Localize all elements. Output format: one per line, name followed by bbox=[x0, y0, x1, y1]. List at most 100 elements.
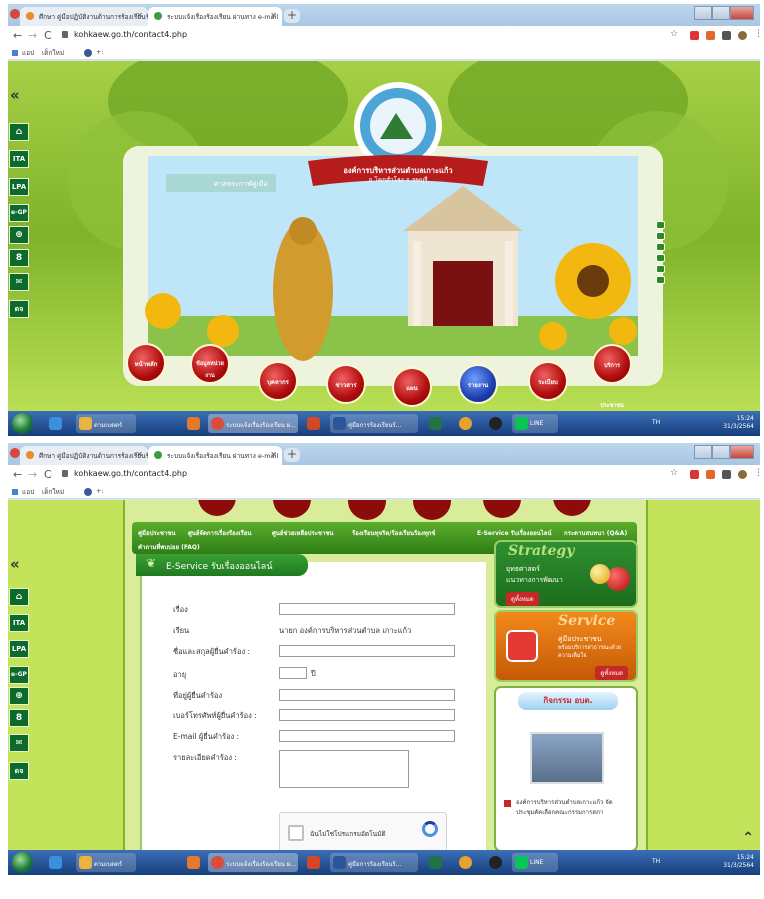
taskbar-line[interactable]: LINE bbox=[512, 414, 558, 433]
forward-icon[interactable]: → bbox=[28, 29, 37, 42]
excel-icon[interactable] bbox=[426, 853, 448, 872]
tab-2[interactable]: ระบบแจ้งเรื่องร้องเรียน ผ่านทาง e-mail ✕ bbox=[148, 7, 282, 26]
captcha-checkbox[interactable] bbox=[288, 825, 304, 841]
apps-icon[interactable] bbox=[12, 50, 18, 56]
user-icon[interactable]: 8 bbox=[9, 249, 29, 267]
forward-icon[interactable]: → bbox=[28, 468, 37, 481]
reload-icon[interactable]: C bbox=[44, 29, 52, 42]
bookmark-new[interactable]: เด็กใหม่ bbox=[42, 48, 64, 58]
apps-icon[interactable] bbox=[12, 489, 18, 495]
start-button[interactable] bbox=[12, 852, 33, 873]
address-input[interactable] bbox=[279, 689, 455, 701]
menu-e-service[interactable]: E-Service รับเรื่องออนไลน์ bbox=[477, 528, 552, 538]
ie-icon[interactable] bbox=[46, 853, 70, 872]
slide-dot[interactable] bbox=[656, 276, 665, 284]
name-input[interactable] bbox=[279, 645, 455, 657]
bookmark-new[interactable]: เด็กใหม่ bbox=[42, 487, 64, 497]
sidebar-item-egp[interactable]: e-GP bbox=[9, 666, 29, 684]
settings-icon[interactable] bbox=[456, 414, 478, 433]
close-window-button[interactable] bbox=[730, 445, 754, 459]
close-icon[interactable]: ✕ bbox=[136, 450, 143, 459]
clock[interactable]: 15:24 31/3/2564 bbox=[723, 415, 754, 431]
media-icon[interactable] bbox=[184, 853, 204, 872]
menu-citizen-manual[interactable]: คู่มือประชาชน bbox=[138, 528, 175, 538]
sidebar-item-egp[interactable]: e-GP bbox=[9, 204, 29, 222]
media-icon[interactable] bbox=[184, 414, 204, 433]
menu-complaint-center[interactable]: ศูนย์จัดการเรื่องร้องเรียน bbox=[188, 528, 252, 538]
nav-personnel[interactable]: บุคลากร bbox=[258, 361, 298, 401]
language-indicator[interactable]: TH bbox=[652, 419, 660, 426]
facebook-icon[interactable] bbox=[84, 49, 92, 57]
bookmark-extra[interactable]: +: bbox=[96, 487, 104, 495]
taskbar-explorer[interactable]: ตามเบดตร์ bbox=[76, 414, 136, 433]
new-tab-button[interactable]: + bbox=[284, 9, 300, 23]
extension-icon[interactable] bbox=[706, 31, 715, 40]
bookmark-apps[interactable]: แอป bbox=[22, 48, 34, 58]
extension-icon[interactable] bbox=[690, 31, 699, 40]
ie-icon[interactable] bbox=[46, 414, 70, 433]
slide-dot[interactable] bbox=[656, 221, 665, 229]
nav-plan[interactable]: แผน bbox=[392, 367, 432, 407]
nav-home[interactable]: หน้าหลัก bbox=[126, 343, 166, 383]
translate-icon[interactable]: ดจ bbox=[9, 762, 29, 780]
scroll-top-icon[interactable]: ⌃ bbox=[742, 830, 754, 846]
url-field[interactable]: kohkaew.go.th/contact4.php bbox=[74, 469, 187, 478]
egp-globe-icon[interactable]: ⊕ bbox=[9, 687, 29, 705]
slide-dot[interactable] bbox=[656, 254, 665, 262]
puzzle-icon[interactable] bbox=[722, 31, 731, 40]
back-icon[interactable]: ← bbox=[13, 29, 22, 42]
settings-icon[interactable] bbox=[456, 853, 478, 872]
activity-item[interactable]: องค์การบริหารส่วนตำบลเกาะแก้ว จัด ประชุมค… bbox=[516, 798, 636, 818]
close-window-button[interactable] bbox=[730, 6, 754, 20]
slide-dot[interactable] bbox=[656, 265, 665, 273]
phone-input[interactable] bbox=[279, 709, 455, 721]
translate-icon[interactable]: ดจ bbox=[9, 300, 29, 318]
taskbar-explorer[interactable]: ตามเบดตร์ bbox=[76, 853, 136, 872]
egp-globe-icon[interactable]: ⊕ bbox=[9, 226, 29, 244]
taskbar-line[interactable]: LINE bbox=[512, 853, 558, 872]
start-button[interactable] bbox=[12, 413, 33, 434]
home-icon[interactable]: ⌂ bbox=[9, 123, 29, 141]
powerpoint-icon[interactable] bbox=[304, 853, 326, 872]
profile-icon[interactable] bbox=[738, 470, 747, 479]
nav-news[interactable]: ข่าวสาร bbox=[326, 364, 366, 404]
service-view-all-button[interactable]: ดูทั้งหมด bbox=[595, 666, 628, 680]
sidebar-item-lpa[interactable]: LPA bbox=[9, 640, 29, 658]
profile-icon[interactable] bbox=[738, 31, 747, 40]
back-icon[interactable]: ← bbox=[13, 468, 22, 481]
menu-qa[interactable]: กระดานสนทนา (Q&A) bbox=[564, 528, 627, 538]
extension-icon[interactable] bbox=[690, 470, 699, 479]
url-field[interactable]: kohkaew.go.th/contact4.php bbox=[74, 30, 187, 39]
user-icon[interactable]: 8 bbox=[9, 709, 29, 727]
bookmark-apps[interactable]: แอป bbox=[22, 487, 34, 497]
facebook-icon[interactable] bbox=[84, 488, 92, 496]
excel-icon[interactable] bbox=[426, 414, 448, 433]
close-icon[interactable]: ✕ bbox=[136, 11, 143, 20]
extension-icon[interactable] bbox=[706, 470, 715, 479]
email-input[interactable] bbox=[279, 730, 455, 742]
powerpoint-icon[interactable] bbox=[304, 414, 326, 433]
close-icon[interactable]: ✕ bbox=[270, 450, 277, 459]
tab-1[interactable]: ศึกษา คู่มือปฏิบัติงานด้านการร้องเรียนร้… bbox=[20, 7, 148, 26]
menu-icon[interactable]: ⋮ bbox=[754, 29, 760, 39]
menu-help-center[interactable]: ศูนย์ช่วยเหลือประชาชน bbox=[272, 528, 334, 538]
nav-regulation[interactable]: ระเบียบ bbox=[528, 361, 568, 401]
language-indicator[interactable]: TH bbox=[652, 858, 660, 865]
star-icon[interactable]: ☆ bbox=[670, 29, 678, 39]
taskbar-chrome[interactable]: ระบบแจ้งเรื่องร้องเรียน ผ... bbox=[208, 414, 298, 433]
tab-2[interactable]: ระบบแจ้งเรื่องร้องเรียน ผ่านทาง e-mail ✕ bbox=[148, 446, 282, 465]
collapse-icon[interactable]: « bbox=[10, 555, 20, 573]
maximize-button[interactable] bbox=[712, 6, 730, 20]
nav-report[interactable]: รายงาน bbox=[458, 364, 498, 404]
subject-input[interactable] bbox=[279, 603, 455, 615]
strategy-view-all-button[interactable]: ดูทั้งหมด bbox=[506, 592, 539, 606]
sidebar-item-lpa[interactable]: LPA bbox=[9, 178, 29, 196]
menu-corruption-complaint[interactable]: ร้องเรียนทุจริต/ร้องเรียนร้องทุกข์ bbox=[352, 528, 436, 538]
slide-dot[interactable] bbox=[656, 232, 665, 240]
clock[interactable]: 15:24 31/3/2564 bbox=[723, 854, 754, 870]
nav-info[interactable]: ข้อมูลหน่วยงาน bbox=[190, 344, 230, 384]
age-input[interactable] bbox=[279, 667, 307, 679]
star-icon[interactable]: ☆ bbox=[670, 468, 678, 478]
reload-icon[interactable]: C bbox=[44, 468, 52, 481]
taskbar-word[interactable]: คู่มือการร้องเรียนร้... bbox=[330, 414, 418, 433]
